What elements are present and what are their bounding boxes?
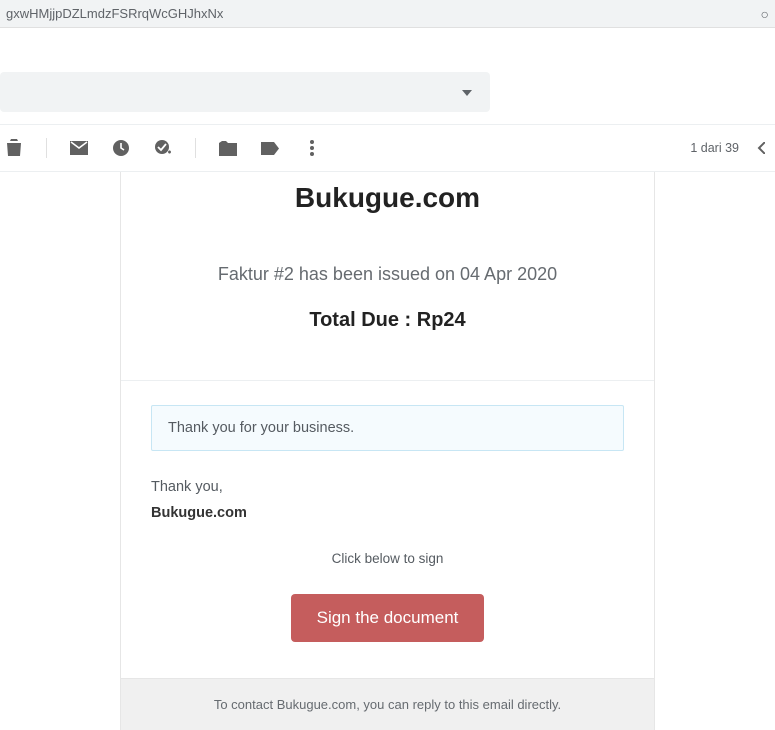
browser-control-icon[interactable]: ○ [761, 6, 769, 22]
more-icon[interactable] [302, 138, 322, 158]
sign-document-button[interactable]: Sign the document [291, 594, 485, 642]
sender-name: Bukugue.com [151, 505, 624, 521]
click-below-text: Click below to sign [151, 551, 624, 566]
toolbar-right: 1 dari 39 [690, 138, 775, 158]
snooze-icon[interactable] [111, 138, 131, 158]
mail-toolbar: 1 dari 39 [0, 124, 775, 172]
chevron-left-icon[interactable] [751, 138, 771, 158]
pagination-text: 1 dari 39 [690, 141, 739, 155]
toolbar-divider [195, 138, 196, 158]
move-to-icon[interactable] [218, 138, 238, 158]
thank-you-text: Thank you, [151, 479, 624, 495]
content-section: Thank you for your business. Thank you, … [121, 381, 654, 678]
mail-body: Bukugue.com Faktur #2 has been issued on… [120, 172, 655, 730]
toolbar-left [0, 138, 322, 158]
mail-footer: To contact Bukugue.com, you can reply to… [121, 678, 654, 730]
add-task-icon[interactable] [153, 138, 173, 158]
issued-line: Faktur #2 has been issued on 04 Apr 2020 [121, 264, 654, 309]
mail-area: Bukugue.com Faktur #2 has been issued on… [0, 172, 775, 730]
delete-icon[interactable] [4, 138, 24, 158]
brand-title: Bukugue.com [121, 172, 654, 264]
mark-unread-icon[interactable] [69, 138, 89, 158]
chevron-down-icon [462, 83, 472, 101]
url-fragment: gxwHMjjpDZLmdzFSRrqWcGHJhxNx [6, 6, 223, 21]
browser-url-bar: gxwHMjjpDZLmdzFSRrqWcGHJhxNx ○ [0, 0, 775, 28]
spacer [0, 28, 775, 72]
dropdown-row [0, 72, 775, 112]
label-icon[interactable] [260, 138, 280, 158]
toolbar-divider [46, 138, 47, 158]
sign-button-wrap: Sign the document [151, 594, 624, 678]
category-dropdown[interactable] [0, 72, 490, 112]
thank-you-box: Thank you for your business. [151, 405, 624, 451]
total-due-line: Total Due : Rp24 [121, 309, 654, 380]
